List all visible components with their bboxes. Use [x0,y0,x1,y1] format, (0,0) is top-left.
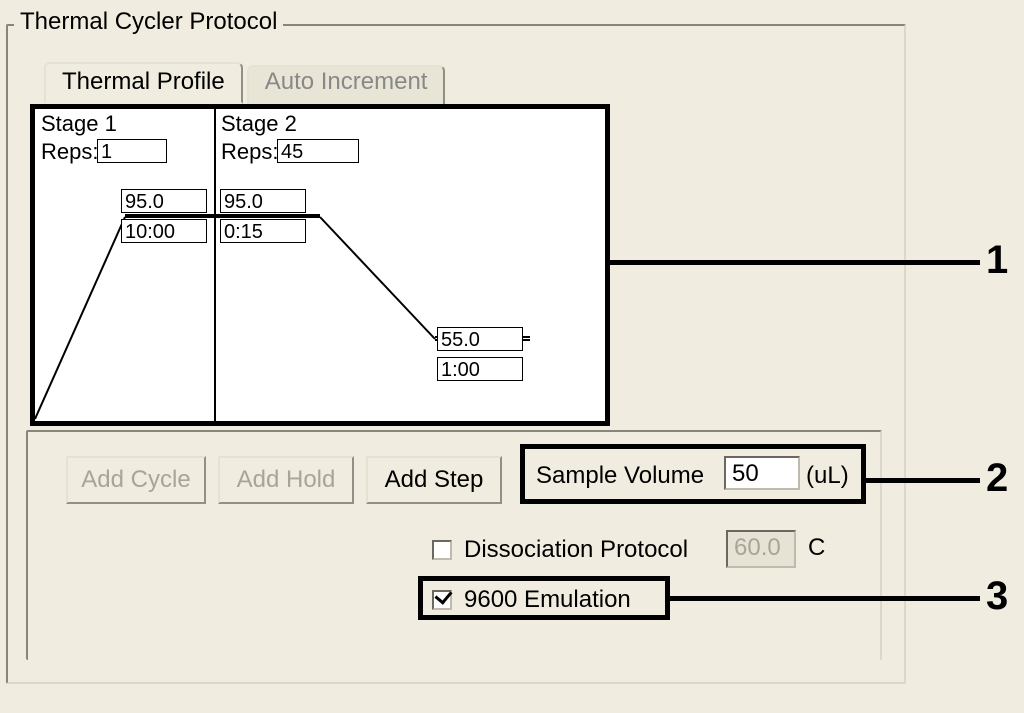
stage2-step2-time[interactable]: 1:00 [437,357,523,381]
tab-thermal-profile[interactable]: Thermal Profile [44,62,243,104]
emulation-label: 9600 Emulation [464,586,631,614]
callout-3-line [670,596,980,601]
add-hold-button[interactable]: Add Hold [218,456,354,504]
stage1-reps-label: Reps: [41,139,98,165]
dissociation-label: Dissociation Protocol [464,536,688,564]
stage1-step1-temp[interactable]: 95.0 [121,189,207,213]
add-step-button[interactable]: Add Step [366,456,502,504]
tabs: Thermal Profile Auto Increment [44,62,445,104]
callout-2-line [866,478,980,483]
tab-auto-increment[interactable]: Auto Increment [247,65,446,107]
sample-volume-input[interactable]: 50 [724,456,800,490]
stage2-step1-temp[interactable]: 95.0 [220,189,306,213]
callout-2-number: 2 [986,456,1008,501]
emulation-checkbox[interactable] [432,590,452,610]
sample-volume-unit: (uL) [806,462,849,490]
stage1-reps-input[interactable]: 1 [97,139,167,163]
stage1-step1-time[interactable]: 10:00 [121,219,207,243]
callout-1-line [610,260,980,265]
groupbox-title: Thermal Cycler Protocol [14,8,283,36]
add-cycle-button[interactable]: Add Cycle [66,456,206,504]
sample-volume-label: Sample Volume [536,462,704,490]
stage2-title: Stage 2 [221,111,297,137]
callout-1-number: 1 [986,238,1008,283]
canvas: Thermal Cycler Protocol Thermal Profile … [0,0,1024,713]
stage2-reps-label: Reps: [221,139,278,165]
stage2-reps-input[interactable]: 45 [277,139,359,163]
stage1-title: Stage 1 [41,111,117,137]
stage2-step2-temp[interactable]: 55.0 [437,327,523,351]
thermal-profile-plot: Stage 1 Reps: 1 95.0 10:00 Stage 2 Reps:… [30,104,610,426]
dissociation-checkbox[interactable] [432,540,452,560]
dissociation-temp-input: 60.0 [726,530,796,568]
dissociation-temp-unit: C [808,534,825,562]
stage2-step1-time[interactable]: 0:15 [220,219,306,243]
callout-3-number: 3 [986,574,1008,619]
